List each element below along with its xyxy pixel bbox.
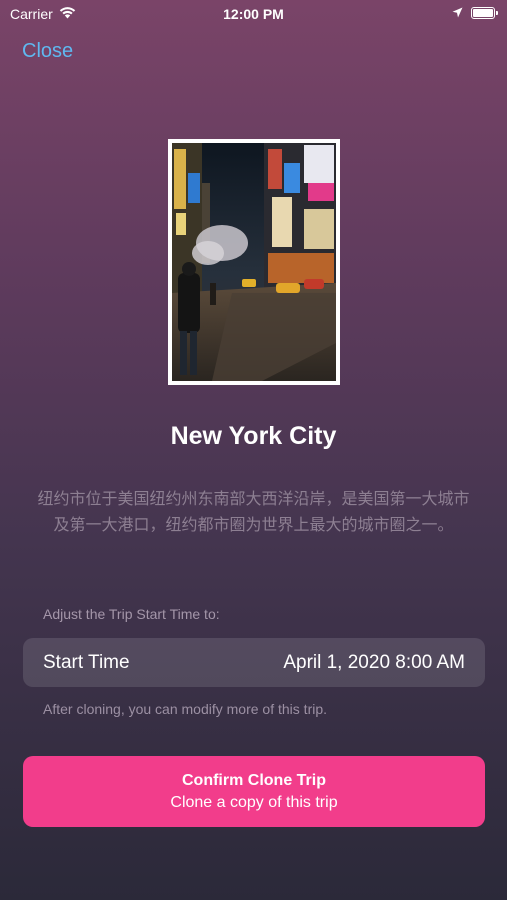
- after-cloning-note: After cloning, you can modify more of th…: [43, 701, 328, 717]
- location-arrow-icon: [452, 5, 463, 21]
- status-time: 12:00 PM: [223, 6, 284, 22]
- city-description: 纽约市位于美国纽约州东南部大西洋沿岸，是美国第一大城市及第一大港口，纽约都市圈为…: [37, 489, 470, 534]
- start-time-value: April 1, 2020 8:00 AM: [283, 651, 465, 673]
- start-time-label: Start Time: [43, 651, 130, 673]
- confirm-button-subtitle: Clone a copy of this trip: [170, 793, 338, 811]
- adjust-start-time-label: Adjust the Trip Start Time to:: [43, 606, 220, 622]
- city-title: New York City: [170, 422, 337, 450]
- status-right: [452, 5, 498, 21]
- battery-icon: [471, 7, 498, 19]
- status-bar: Carrier 12:00 PM: [0, 0, 507, 28]
- confirm-clone-trip-button[interactable]: Confirm Clone Trip Clone a copy of this …: [23, 756, 485, 827]
- confirm-button-title: Confirm Clone Trip: [182, 771, 326, 789]
- battery-fill: [473, 9, 493, 17]
- close-button[interactable]: Close: [22, 40, 73, 63]
- city-photo-frame: [168, 139, 340, 385]
- start-time-picker[interactable]: Start Time April 1, 2020 8:00 AM: [23, 638, 485, 687]
- city-street-photo: [172, 143, 336, 381]
